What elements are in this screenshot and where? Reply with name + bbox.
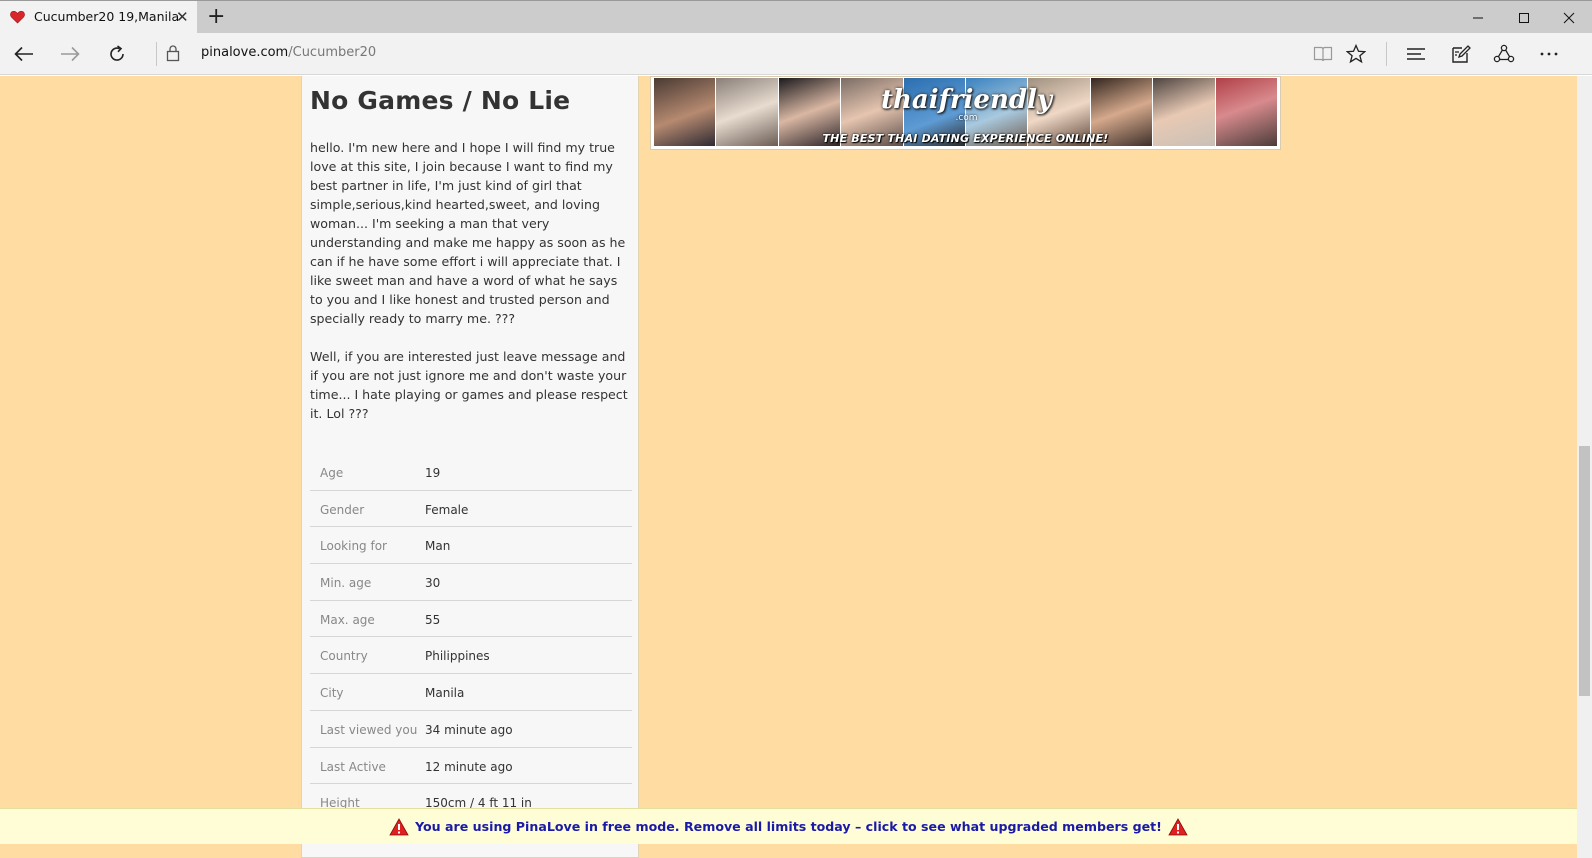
tab-bar: Cucumber20 19,Manila ✕ + [0,0,1592,34]
star-icon[interactable] [1340,39,1372,69]
bio-paragraph: hello. I'm new here and I hope I will fi… [310,140,626,326]
url-host: pinalove.com [201,45,289,60]
web-note-icon[interactable] [1445,39,1477,69]
free-mode-notice-text[interactable]: You are using PinaLove in free mode. Rem… [415,819,1162,834]
free-mode-notice[interactable]: You are using PinaLove in free mode. Rem… [0,808,1577,844]
info-label: Min. age [320,576,372,591]
separator [1386,42,1387,66]
heart-favicon-icon [10,10,25,24]
info-row-last-viewed: Last viewed you 34 minute ago [310,711,632,748]
info-value: Manila [425,686,465,701]
info-row-looking-for: Looking for Man [310,527,632,565]
back-arrow-icon[interactable] [9,39,39,69]
info-row-country: Country Philippines [310,637,632,675]
info-row-age: Age 19 [310,454,632,491]
vertical-scrollbar[interactable] [1577,76,1592,858]
info-label: Max. age [320,612,375,627]
info-row-last-active: Last Active 12 minute ago [310,748,632,785]
profile-info-table: Age 19 Gender Female Looking for Man Min… [310,454,632,821]
info-label: Looking for [320,539,387,554]
close-icon[interactable]: ✕ [176,8,189,26]
info-label: City [320,686,344,701]
info-value: Female [425,502,469,517]
address-bar: pinalove.com/Cucumber20 [0,33,1592,75]
info-row-max-age: Max. age 55 [310,601,632,638]
url-field[interactable]: pinalove.com/Cucumber20 [201,45,376,60]
info-label: Country [320,649,368,664]
info-row-min-age: Min. age 30 [310,564,632,601]
banner-tagline: THE BEST THAI DATING EXPERIENCE ONLINE! [822,132,1109,145]
info-row-gender: Gender Female [310,491,632,528]
info-label: Last viewed you [320,722,418,737]
page-viewport: No Games / No Lie hello. I'm new here an… [0,76,1592,858]
lock-icon [166,45,180,62]
browser-tab[interactable]: Cucumber20 19,Manila ✕ [0,1,197,34]
url-path: /Cucumber20 [288,45,377,60]
warning-icon [1168,817,1188,835]
info-value: 30 [425,576,441,591]
info-row-city: City Manila [310,674,632,711]
close-window-icon[interactable] [1546,1,1592,34]
thaifriendly-logo: thaifriendly .com [881,78,1052,132]
tab-title: Cucumber20 19,Manila [34,9,180,24]
scrollbar-thumb[interactable] [1579,446,1590,696]
more-icon[interactable] [1533,39,1565,69]
separator [156,42,157,66]
logo-sub: .com [955,113,978,123]
info-value: 19 [425,466,441,480]
minimize-icon[interactable] [1455,1,1501,34]
maximize-icon[interactable] [1501,1,1547,34]
share-icon[interactable] [1488,39,1520,69]
thaifriendly-ad-banner[interactable]: thaifriendly .com THE BEST THAI DATING E… [650,76,1281,150]
forward-arrow-icon[interactable] [55,39,85,69]
profile-bio: hello. I'm new here and I hope I will fi… [310,138,632,442]
banner-photo-strip: thaifriendly .com THE BEST THAI DATING E… [654,78,1278,146]
profile-card: No Games / No Lie hello. I'm new here an… [301,76,639,858]
bio-paragraph: Well, if you are interested just leave m… [310,349,628,421]
info-value: Man [425,539,451,554]
info-label: Age [320,466,344,480]
reading-view-icon[interactable] [1307,39,1339,69]
warning-icon [389,817,409,835]
hub-icon[interactable] [1400,39,1432,69]
info-label: Last Active [320,759,386,774]
info-value: 12 minute ago [425,759,513,774]
info-value: 34 minute ago [425,722,513,737]
info-value: 55 [425,612,441,627]
info-value: Philippines [425,649,490,664]
plus-icon[interactable]: + [207,4,225,30]
logo-text: thaifriendly [881,85,1053,115]
info-label: Gender [320,502,365,517]
refresh-icon[interactable] [102,39,132,69]
profile-headline: No Games / No Lie [310,86,571,115]
